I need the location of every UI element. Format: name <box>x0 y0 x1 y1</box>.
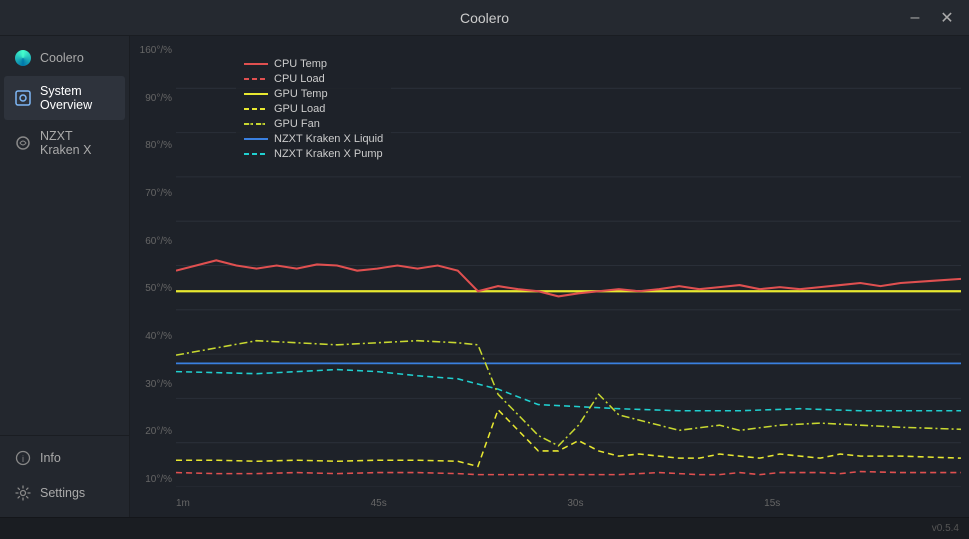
legend-kraken-liquid-label: NZXT Kraken X Liquid <box>274 133 383 145</box>
info-icon: i <box>14 449 32 467</box>
y-label-90: 90°/% <box>130 94 176 104</box>
x-axis: 1m 45s 30s 15s <box>176 498 961 509</box>
sidebar-bottom: i Info Settings <box>0 435 129 517</box>
legend-gpu-load-line <box>244 108 268 110</box>
legend-cpu-load-line <box>244 78 268 80</box>
gpu-fan-line <box>176 341 961 446</box>
system-overview-icon <box>14 89 32 107</box>
sidebar-item-settings[interactable]: Settings <box>4 476 125 510</box>
sidebar-item-nzxt-label: NZXT Kraken X <box>40 129 115 157</box>
window-controls: – ✕ <box>901 4 961 32</box>
legend-gpu-load-label: GPU Load <box>274 103 325 115</box>
content-area: 160°/% 90°/% 80°/% 70°/% 60°/% 50°/% 40°… <box>130 36 969 517</box>
legend-cpu-temp: CPU Temp <box>244 58 383 70</box>
kraken-icon <box>14 134 32 152</box>
y-label-50: 50°/% <box>130 284 176 294</box>
legend-kraken-liquid-line <box>244 138 268 140</box>
sidebar-item-nzxt-kraken[interactable]: NZXT Kraken X <box>4 121 125 165</box>
y-label-20: 20°/% <box>130 427 176 437</box>
sidebar-app-brand: Coolero <box>4 41 125 75</box>
sidebar: Coolero System Overview <box>0 36 130 517</box>
x-label-30s: 30s <box>567 498 583 509</box>
y-label-10: 10°/% <box>130 475 176 485</box>
legend-kraken-pump: NZXT Kraken X Pump <box>244 148 383 160</box>
minimize-button[interactable]: – <box>901 4 929 32</box>
chart-legend: CPU Temp CPU Load GPU Temp GPU Load <box>236 54 391 164</box>
y-label-160: 160°/% <box>130 46 176 56</box>
legend-gpu-temp-line <box>244 93 268 95</box>
cpu-load-line <box>176 472 961 475</box>
x-label-1m: 1m <box>176 498 190 509</box>
sidebar-item-info[interactable]: i Info <box>4 441 125 475</box>
kraken-pump-line <box>176 370 961 411</box>
legend-cpu-load-label: CPU Load <box>274 73 325 85</box>
legend-gpu-temp: GPU Temp <box>244 88 383 100</box>
titlebar: Coolero – ✕ <box>0 0 969 36</box>
version-label: v0.5.4 <box>932 523 959 534</box>
main-area: Coolero System Overview <box>0 36 969 517</box>
legend-cpu-temp-label: CPU Temp <box>274 58 327 70</box>
legend-cpu-temp-line <box>244 63 268 65</box>
y-label-30: 30°/% <box>130 380 176 390</box>
gpu-load-line <box>176 410 961 467</box>
legend-gpu-load: GPU Load <box>244 103 383 115</box>
svg-text:i: i <box>22 454 24 464</box>
legend-gpu-fan: GPU Fan <box>244 118 383 130</box>
statusbar: v0.5.4 <box>0 517 969 539</box>
legend-gpu-fan-label: GPU Fan <box>274 118 320 130</box>
y-axis: 160°/% 90°/% 80°/% 70°/% 60°/% 50°/% 40°… <box>130 44 176 487</box>
legend-gpu-temp-label: GPU Temp <box>274 88 328 100</box>
sidebar-item-settings-label: Settings <box>40 486 85 500</box>
legend-kraken-pump-label: NZXT Kraken X Pump <box>274 148 383 160</box>
sidebar-item-info-label: Info <box>40 451 61 465</box>
chart-plot: CPU Temp CPU Load GPU Temp GPU Load <box>176 44 961 487</box>
sidebar-top: Coolero System Overview <box>0 36 129 435</box>
sidebar-item-system-overview[interactable]: System Overview <box>4 76 125 120</box>
sidebar-item-system-overview-label: System Overview <box>40 84 115 112</box>
y-label-80: 80°/% <box>130 141 176 151</box>
y-label-70: 70°/% <box>130 189 176 199</box>
close-button[interactable]: ✕ <box>933 4 961 32</box>
legend-cpu-load: CPU Load <box>244 73 383 85</box>
y-label-40: 40°/% <box>130 332 176 342</box>
y-label-60: 60°/% <box>130 237 176 247</box>
coolero-brand-icon <box>14 49 32 67</box>
legend-kraken-pump-line <box>244 153 268 155</box>
legend-gpu-fan-line <box>244 123 268 125</box>
app-title: Coolero <box>460 10 509 26</box>
x-label-45s: 45s <box>371 498 387 509</box>
settings-icon <box>14 484 32 502</box>
x-label-15s: 15s <box>764 498 780 509</box>
sidebar-app-name: Coolero <box>40 51 84 65</box>
legend-kraken-liquid: NZXT Kraken X Liquid <box>244 133 383 145</box>
chart-area: 160°/% 90°/% 80°/% 70°/% 60°/% 50°/% 40°… <box>130 36 969 517</box>
